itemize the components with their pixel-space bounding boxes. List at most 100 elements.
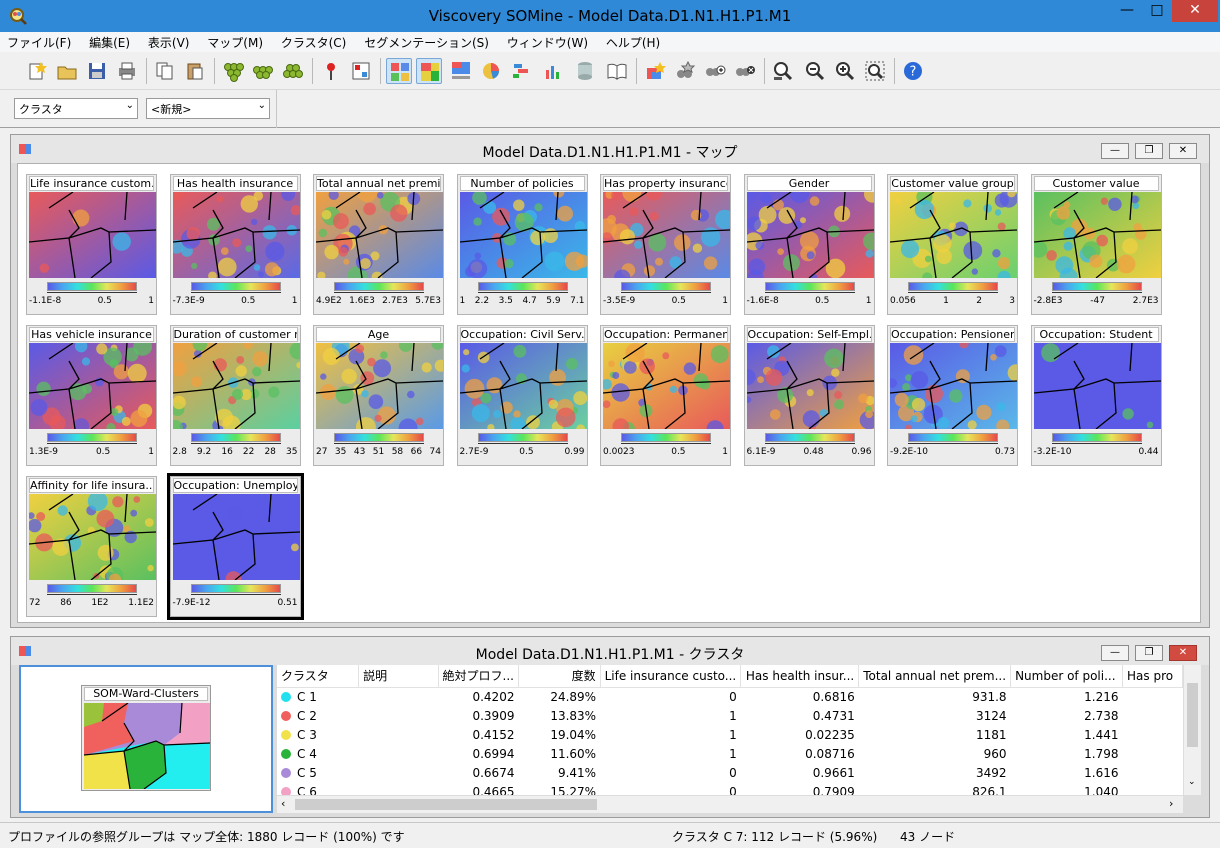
component-map-tile[interactable]: Has property insurance -3.5E-9 0.5 1 <box>597 174 735 315</box>
table-row[interactable]: C 3 0.4152 19.04% 1 0.02235 1181 1.441 <box>277 725 1183 744</box>
pie-chart-button[interactable] <box>478 58 504 84</box>
close-button[interactable]: ✕ <box>1172 0 1218 22</box>
add-cluster-button[interactable] <box>702 58 728 84</box>
cluster-select[interactable]: <新規> ⌄ <box>146 98 270 119</box>
remove-cluster-button[interactable] <box>732 58 758 84</box>
component-map-tile[interactable]: Affinity for life insura... 72 86 1E2 1.1E2 <box>26 476 157 617</box>
number-policies-cell: 1.616 <box>1084 765 1119 780</box>
component-name: Has health insurance <box>172 176 298 191</box>
help-button[interactable]: ? <box>900 58 926 84</box>
table-row[interactable]: C 6 0.4665 15.27% 0 0.7909 826.1 1.040 <box>277 782 1183 795</box>
statistics-button[interactable] <box>540 58 566 84</box>
book-button[interactable] <box>604 58 630 84</box>
map-restore-button[interactable]: ❐ <box>1135 143 1163 159</box>
horizontal-scroll-thumb[interactable] <box>295 799 597 810</box>
col-number-policies[interactable]: Number of poli... <box>1010 665 1124 688</box>
color-scale-bar <box>764 433 855 442</box>
table-row[interactable]: C 4 0.6994 11.60% 1 0.08716 960 1.798 <box>277 744 1183 763</box>
scale-tick-label: 6.1E-9 <box>746 447 776 457</box>
show-all-maps-button[interactable] <box>386 58 412 84</box>
component-map-tile[interactable]: Occupation: Pensioner -9.2E-10 0.73 <box>887 325 1025 466</box>
component-map-tile[interactable]: Age 27 35 43 51 58 66 74 <box>313 325 447 466</box>
menu-file[interactable]: ファイル(F) <box>0 32 78 51</box>
cluster-name-cell: C 3 <box>277 725 359 744</box>
chevron-down-icon: ⌄ <box>257 100 266 111</box>
scale-tick-label: 5.9 <box>546 296 561 306</box>
cluster-preview-tile[interactable]: SOM-Ward-Clusters <box>81 685 211 791</box>
zoom-fit-button[interactable] <box>770 58 796 84</box>
col-health-insurance[interactable]: Has health insur... <box>740 665 860 688</box>
cluster-minimize-button[interactable]: — <box>1101 645 1129 661</box>
cluster-restore-button[interactable]: ❐ <box>1135 645 1163 661</box>
component-map-tile[interactable]: Duration of customer r... 2.8 9.2 16 22 28 35 <box>167 325 307 466</box>
open-button[interactable] <box>54 58 80 84</box>
menu-segmentation[interactable]: セグメンテーション(S) <box>357 32 496 51</box>
component-map-tile[interactable]: Life insurance custom... -1.1E-8 0.5 1 <box>26 174 157 315</box>
component-map-tile[interactable]: Total annual net premi... 4.9E2 1.6E3 2.7E3… <box>313 174 444 315</box>
paste-button[interactable] <box>182 58 208 84</box>
map-view-2-button[interactable] <box>250 58 276 84</box>
menu-help[interactable]: ヘルプ(H) <box>599 32 667 51</box>
map-view-1-button[interactable] <box>220 58 246 84</box>
table-row[interactable]: C 2 0.3909 13.83% 1 0.4731 3124 2.738 <box>277 706 1183 725</box>
col-frequency[interactable]: 度数 <box>518 665 601 688</box>
save-button[interactable] <box>84 58 110 84</box>
mark-button[interactable] <box>348 58 374 84</box>
description-cell <box>359 725 438 744</box>
map-view-3-button[interactable] <box>280 58 306 84</box>
col-annual-premium[interactable]: Total annual net prem... <box>858 665 1012 688</box>
maximize-button[interactable]: □ <box>1142 0 1172 22</box>
vertical-scroll-thumb[interactable] <box>1187 683 1198 747</box>
col-abs-profile[interactable]: 絶対プロフ... <box>438 665 519 688</box>
profile-icon <box>513 64 528 78</box>
menu-map[interactable]: マップ(M) <box>200 32 270 51</box>
table-row[interactable]: C 5 0.6674 9.41% 0 0.9661 3492 1.616 <box>277 763 1183 782</box>
table-row[interactable]: C 1 0.4202 24.89% 0 0.6816 931.8 1.216 <box>277 687 1183 706</box>
component-map-tile[interactable]: Occupation: Self-Empl... 6.1E-9 0.48 0.96 <box>739 325 878 466</box>
component-map-tile[interactable]: Has health insurance -7.3E-9 0.5 1 <box>169 174 301 315</box>
component-map-button[interactable] <box>448 58 474 84</box>
cluster-map-button[interactable] <box>416 58 442 84</box>
zoom-in-button[interactable] <box>832 58 858 84</box>
print-button[interactable] <box>114 58 140 84</box>
col-has-property[interactable]: Has pro <box>1122 665 1183 688</box>
component-map-tile[interactable]: Occupation: Civil Serv... 2.7E-9 0.5 0.99 <box>456 325 588 466</box>
cluster-close-button[interactable]: ✕ <box>1169 645 1197 661</box>
view-mode-select[interactable]: クラスタ ⌄ <box>14 98 138 119</box>
menu-edit[interactable]: 編集(E) <box>82 32 137 51</box>
component-map-tile[interactable]: Customer value -2.8E3 -47 2.7E3 <box>1030 174 1162 315</box>
component-map-tile[interactable]: Customer value group 0.056 1 2 3 <box>887 174 1018 315</box>
col-life-insurance[interactable]: Life insurance custo... <box>600 665 742 688</box>
menu-cluster[interactable]: クラスタ(C) <box>274 32 354 51</box>
map-close-button[interactable]: ✕ <box>1169 143 1197 159</box>
component-map-image <box>315 337 447 438</box>
component-map-tile[interactable]: Number of policies 1 2.2 3.5 4.7 5.9 7.1 <box>456 174 589 315</box>
component-map-tile[interactable]: Occupation: Permanent 0.0023 0.5 1 <box>600 325 731 466</box>
new-project-button[interactable] <box>24 58 50 84</box>
col-description[interactable]: 説明 <box>358 665 439 688</box>
cluster-star-button[interactable] <box>672 58 698 84</box>
cluster-vertical-scrollbar[interactable]: ⌄ <box>1183 665 1201 795</box>
scale-tick-label: 2 <box>976 296 982 306</box>
zoom-out-button[interactable] <box>802 58 828 84</box>
pin-button[interactable] <box>318 58 344 84</box>
database-button[interactable] <box>572 58 598 84</box>
minimize-button[interactable]: — <box>1112 0 1142 22</box>
scroll-right-arrow-icon[interactable]: › <box>1169 797 1173 810</box>
new-cluster-button[interactable] <box>642 58 668 84</box>
component-map-tile[interactable]: Has vehicle insurance 1.3E-9 0.5 1 <box>26 325 157 466</box>
cluster-horizontal-scrollbar[interactable]: ‹ › <box>277 795 1183 813</box>
menu-view[interactable]: 表示(V) <box>141 32 197 51</box>
component-map-tile[interactable]: Occupation: Student -3.2E-10 0.44 <box>1030 325 1162 466</box>
component-map-tile[interactable]: Occupation: Unemploy... -7.9E-12 0.51 <box>166 473 304 620</box>
frequency-cell: 24.89% <box>550 689 597 704</box>
component-map-tile[interactable]: Gender -1.6E-8 0.5 1 <box>743 174 881 315</box>
scroll-down-arrow-icon[interactable]: ⌄ <box>1188 777 1196 787</box>
scroll-left-arrow-icon[interactable]: ‹ <box>281 797 285 810</box>
col-cluster[interactable]: クラスタ <box>277 665 360 688</box>
profile-button[interactable] <box>508 58 534 84</box>
copy-button[interactable] <box>152 58 178 84</box>
map-minimize-button[interactable]: — <box>1101 143 1129 159</box>
zoom-region-button[interactable] <box>862 58 888 84</box>
menu-window[interactable]: ウィンドウ(W) <box>500 32 595 51</box>
